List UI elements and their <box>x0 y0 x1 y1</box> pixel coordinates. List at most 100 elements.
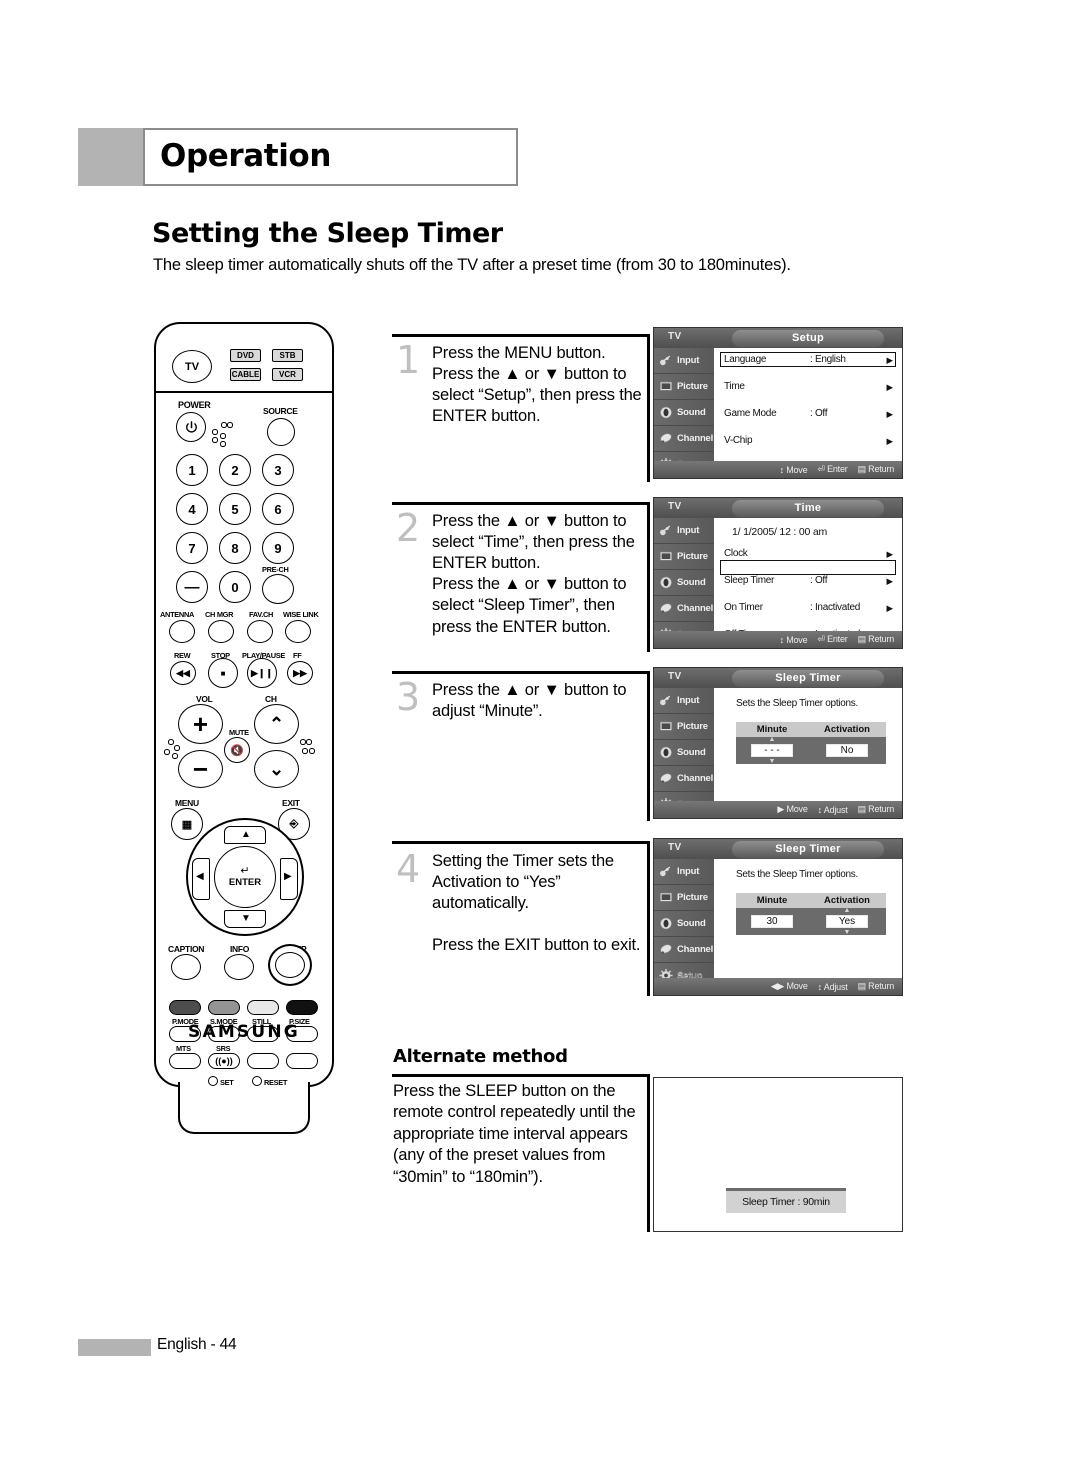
remote-reset-button[interactable] <box>252 1076 262 1086</box>
osd-row[interactable]: Clock ▶ <box>714 548 902 561</box>
sidebar-item-sound[interactable]: Sound <box>654 911 714 937</box>
sidebar-item-channel[interactable]: Channel <box>654 766 714 792</box>
remote-enter-button[interactable]: ↵ ENTER <box>214 846 276 908</box>
table-value-row: ▲ - - - ▼ No <box>736 736 886 765</box>
remote-num-8[interactable]: 8 <box>219 532 251 564</box>
sidebar-item-picture[interactable]: Picture <box>654 885 714 911</box>
satellite-dish-icon <box>660 944 672 954</box>
remote-source-label: SOURCE <box>263 406 298 416</box>
remote-mute-button[interactable]: 🔇 <box>224 737 250 763</box>
remote-color-key-4[interactable] <box>286 1000 318 1015</box>
sidebar-item-picture[interactable]: Picture <box>654 714 714 740</box>
remote-vcr-button[interactable]: VCR <box>272 368 303 381</box>
remote-stop-button[interactable]: ■ <box>208 658 238 688</box>
remote-color-key-3[interactable] <box>247 1000 279 1015</box>
remote-color-key-1[interactable] <box>169 1000 201 1015</box>
osd-row[interactable]: Game Mode: Off ▶ <box>714 408 902 421</box>
remote-set-button[interactable] <box>208 1076 218 1086</box>
sidebar-label: Input <box>677 525 700 536</box>
remote-antenna-label: ANTENNA <box>160 610 195 619</box>
sidebar-item-channel[interactable]: Channel <box>654 426 714 452</box>
remote-power-button[interactable] <box>176 412 206 442</box>
remote-num-0[interactable]: 0 <box>219 571 251 603</box>
column-header-minute: Minute <box>756 895 788 906</box>
osd-content: Language: English ▶ Time ▶ Game Mode: Off ▶… <box>714 348 902 478</box>
sidebar-item-input[interactable]: Input <box>654 688 714 714</box>
remote-num-4[interactable]: 4 <box>176 493 208 525</box>
sidebar-item-input[interactable]: Input <box>654 518 714 544</box>
minute-value[interactable]: 30 <box>751 915 793 928</box>
osd-foot-adjust: ↕ Adjust <box>817 981 848 992</box>
remote-power-label: POWER <box>178 400 211 410</box>
remote-wiselink-button[interactable] <box>285 620 311 643</box>
remote-volume-down-button[interactable]: − <box>178 750 223 788</box>
remote-num-2[interactable]: 2 <box>219 454 251 486</box>
sidebar-item-channel[interactable]: Channel <box>654 596 714 622</box>
remote-sleep-button[interactable] <box>275 952 305 978</box>
osd-sidebar: Input Picture Sound Channel Setup <box>654 688 714 818</box>
osd-foot-adjust: ↕ Adjust <box>817 804 848 815</box>
osd-row[interactable]: On Timer: Inactivated ▶ <box>714 602 902 615</box>
remote-prech-button[interactable] <box>262 574 294 604</box>
osd-clock-readout: 1/ 1/2005/ 12 : 00 am <box>732 526 828 538</box>
sleep-timer-table: Minute Activation 30 ▲ Yes ▼ <box>736 893 886 936</box>
sidebar-item-input[interactable]: Input <box>654 348 714 374</box>
sidebar-item-input[interactable]: Input <box>654 859 714 885</box>
activation-value[interactable]: Yes <box>826 915 868 928</box>
remote-blank-button-2[interactable] <box>286 1053 318 1069</box>
chevron-right-icon: ▶ <box>886 548 893 559</box>
remote-tv-button[interactable]: TV <box>172 350 212 383</box>
sidebar-item-sound[interactable]: Sound <box>654 400 714 426</box>
remote-volume-up-button[interactable]: + <box>178 704 223 744</box>
sidebar-item-sound[interactable]: Sound <box>654 570 714 596</box>
remote-num-5[interactable]: 5 <box>219 493 251 525</box>
exit-icon: ⎆ <box>289 817 299 830</box>
sidebar-label: Channel <box>677 773 714 784</box>
osd-row[interactable]: V-Chip ▶ <box>714 435 902 448</box>
osd-title: Sleep Timer <box>775 843 841 855</box>
sidebar-label: Picture <box>677 721 708 732</box>
remote-num-6[interactable]: 6 <box>262 493 294 525</box>
osd-content: Sets the Sleep Timer options. Minute Act… <box>714 688 902 818</box>
osd-row[interactable]: Sleep Timer: Off ▶ <box>714 575 902 588</box>
remote-num-1[interactable]: 1 <box>176 454 208 486</box>
remote-blank-button-1[interactable] <box>247 1053 279 1069</box>
remote-rew-label: REW <box>174 651 191 660</box>
remote-antenna-button[interactable] <box>169 620 195 643</box>
step-number-2: 2 <box>396 506 421 550</box>
remote-channel-down-button[interactable]: ⌄ <box>254 750 299 788</box>
power-icon <box>185 420 197 433</box>
osd-row[interactable]: Language: English ▶ <box>714 354 902 367</box>
remote-num-3[interactable]: 3 <box>262 454 294 486</box>
remote-playpause-button[interactable]: ▶❙❙ <box>247 658 277 688</box>
sidebar-item-channel[interactable]: Channel <box>654 937 714 963</box>
osd-row[interactable]: Time ▶ <box>714 381 902 394</box>
manual-page: Operation Setting the Sleep Timer The sl… <box>0 0 1080 1473</box>
remote-caption-button[interactable] <box>171 954 201 980</box>
remote-num-9[interactable]: 9 <box>262 532 294 564</box>
activation-value[interactable]: No <box>826 744 868 757</box>
remote-vcr-label: VCR <box>279 370 296 379</box>
remote-cable-button[interactable]: CABLE <box>230 368 261 381</box>
remote-info-button[interactable] <box>224 954 254 980</box>
remote-favch-button[interactable] <box>247 620 273 643</box>
remote-rew-button[interactable]: ◀◀ <box>170 661 196 685</box>
sidebar-item-picture[interactable]: Picture <box>654 374 714 400</box>
remote-color-key-2[interactable] <box>208 1000 240 1015</box>
remote-channel-up-button[interactable]: ⌃ <box>254 704 299 744</box>
remote-dvd-button[interactable]: DVD <box>230 349 261 362</box>
remote-mts-button[interactable] <box>169 1053 201 1069</box>
remote-stb-button[interactable]: STB <box>272 349 303 362</box>
remote-chmgr-button[interactable] <box>208 620 234 643</box>
osd-selection-highlight <box>720 560 896 575</box>
remote-menu-button[interactable]: ▦ <box>171 808 203 840</box>
remote-num-7[interactable]: 7 <box>176 532 208 564</box>
sidebar-item-picture[interactable]: Picture <box>654 544 714 570</box>
remote-source-button[interactable] <box>267 418 295 446</box>
minute-value[interactable]: - - - <box>751 744 793 757</box>
sidebar-item-sound[interactable]: Sound <box>654 740 714 766</box>
osd-foot-return: ▤ Return <box>857 464 895 474</box>
remote-ff-button[interactable]: ▶▶ <box>287 661 313 685</box>
remote-srs-button[interactable]: ((●)) <box>208 1053 240 1069</box>
remote-dash-button[interactable]: — <box>176 571 208 603</box>
